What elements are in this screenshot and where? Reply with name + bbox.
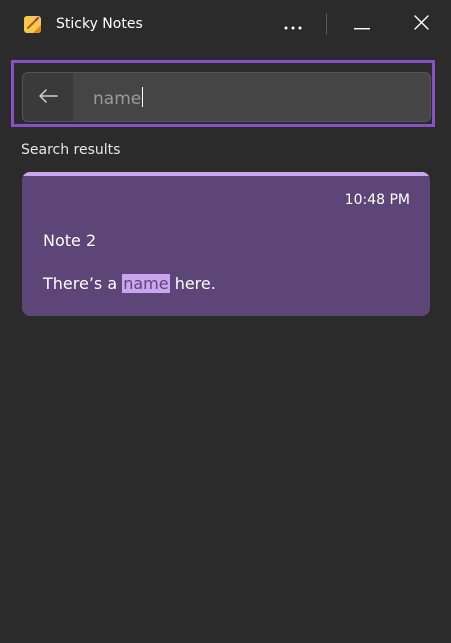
titlebar-divider — [326, 13, 327, 35]
search-results-label: Search results — [21, 142, 121, 158]
close-icon — [413, 14, 429, 34]
note-accent-bar — [22, 172, 430, 176]
back-button[interactable] — [23, 73, 73, 121]
note-body: There’s a name here. — [43, 273, 216, 295]
sticky-notes-window: Sticky Notes name Search results 10:48 P… — [0, 0, 451, 643]
app-title: Sticky Notes — [56, 16, 143, 32]
note-card[interactable]: 10:48 PM Note 2 There’s a name here. — [22, 172, 430, 316]
more-horizontal-icon — [284, 15, 302, 34]
search-input-text[interactable]: name — [93, 87, 144, 110]
more-options-button[interactable] — [273, 8, 313, 40]
text-caret — [142, 87, 144, 107]
search-match-highlight: name — [122, 274, 170, 293]
arrow-left-icon — [38, 88, 58, 107]
note-timestamp: 10:48 PM — [344, 192, 410, 208]
note-title: Note 2 — [43, 231, 97, 250]
note-body-suffix: here. — [169, 274, 216, 293]
minimize-button[interactable] — [342, 8, 382, 40]
title-bar: Sticky Notes — [0, 0, 451, 50]
note-body-prefix: There’s a — [43, 274, 123, 293]
minimize-icon — [354, 15, 370, 34]
sticky-notes-app-icon — [24, 16, 41, 33]
close-button[interactable] — [401, 8, 441, 40]
search-box[interactable]: name — [22, 72, 431, 122]
